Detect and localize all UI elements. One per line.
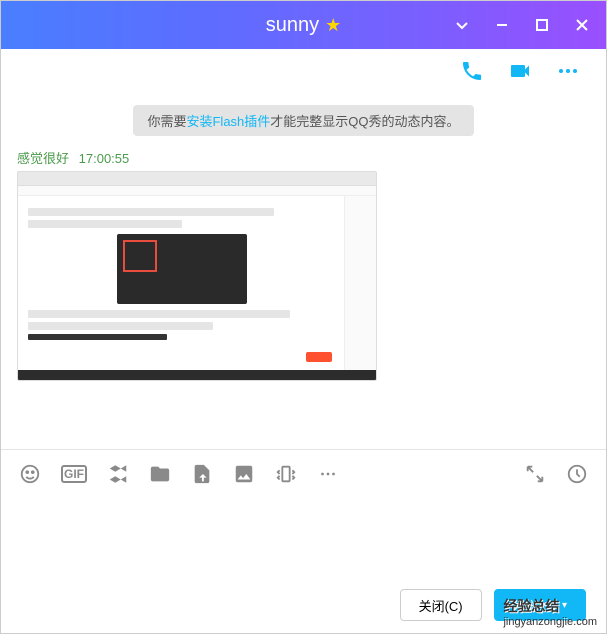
screenshot-icon[interactable] bbox=[107, 463, 129, 485]
message-header: 感觉很好 17:00:55 bbox=[17, 148, 590, 167]
shake-icon[interactable] bbox=[275, 463, 297, 485]
minimize-button[interactable] bbox=[490, 13, 514, 37]
star-icon: ★ bbox=[325, 15, 341, 36]
titlebar: sunny ★ bbox=[1, 1, 606, 49]
window-title: sunny ★ bbox=[266, 14, 342, 37]
dropdown-button[interactable] bbox=[450, 13, 474, 37]
history-icon[interactable] bbox=[566, 463, 588, 485]
flash-notice: 你需要安装Flash插件才能完整显示QQ秀的动态内容。 bbox=[133, 105, 473, 136]
video-call-icon[interactable] bbox=[506, 57, 534, 85]
gif-icon[interactable]: GIF bbox=[61, 465, 87, 483]
close-button[interactable] bbox=[570, 13, 594, 37]
notice-prefix: 你需要 bbox=[147, 114, 186, 129]
install-flash-link[interactable]: 安装Flash插件 bbox=[186, 114, 270, 129]
close-chat-button[interactable]: 关闭(C) bbox=[400, 589, 482, 621]
send-file-icon[interactable] bbox=[191, 463, 213, 485]
message-timestamp: 17:00:55 bbox=[79, 151, 130, 166]
input-toolbar: GIF bbox=[1, 449, 606, 497]
fullscreen-icon[interactable] bbox=[524, 463, 546, 485]
more-tools-icon[interactable] bbox=[317, 463, 339, 485]
screenshot-content bbox=[18, 172, 376, 380]
sender-name: 感觉很好 bbox=[17, 151, 69, 166]
action-toolbar bbox=[1, 49, 606, 93]
voice-call-icon[interactable] bbox=[458, 57, 486, 85]
title-text: sunny bbox=[266, 14, 319, 37]
watermark-title: 经验总结 bbox=[503, 598, 559, 614]
chat-area: 感觉很好 17:00:55 bbox=[1, 144, 606, 449]
emoji-icon[interactable] bbox=[19, 463, 41, 485]
notice-suffix: 才能完整显示QQ秀的动态内容。 bbox=[270, 114, 459, 129]
watermark: 经验总结 jingyanzongjie.com bbox=[503, 596, 597, 628]
more-icon[interactable] bbox=[554, 57, 582, 85]
maximize-button[interactable] bbox=[530, 13, 554, 37]
watermark-domain: jingyanzongjie.com bbox=[503, 616, 597, 628]
image-icon[interactable] bbox=[233, 463, 255, 485]
message-input[interactable] bbox=[1, 497, 606, 577]
message-image[interactable] bbox=[17, 171, 377, 381]
file-icon[interactable] bbox=[149, 463, 171, 485]
